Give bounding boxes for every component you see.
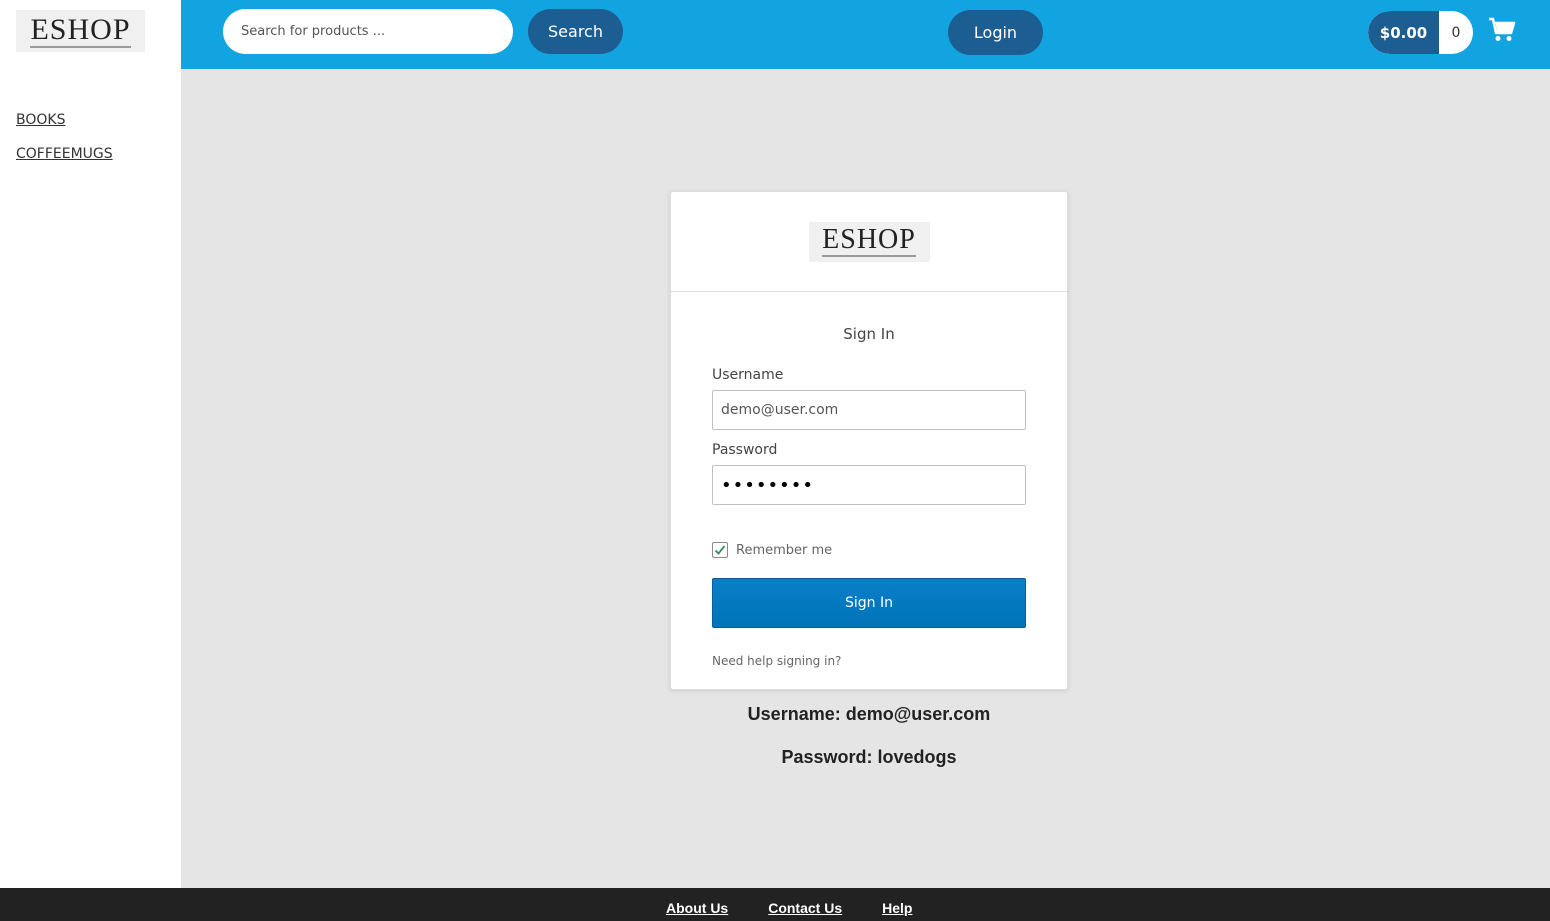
login-card: ESHOP Sign In Username Password Remember… <box>670 191 1068 690</box>
footer-link-about[interactable]: About Us <box>666 900 728 916</box>
username-label: Username <box>712 367 784 383</box>
remember-me-checkbox[interactable] <box>712 542 728 558</box>
shopping-cart-icon[interactable] <box>1488 17 1516 43</box>
demo-password-text: Password: lovedogs <box>781 747 957 767</box>
footer: About Us Contact Us Help <box>0 888 1550 921</box>
footer-link-help[interactable]: Help <box>882 900 912 916</box>
cart-count: 0 <box>1451 24 1461 41</box>
site-logo-text: ESHOP <box>30 12 131 48</box>
sidebar-item-books[interactable]: BOOKS <box>16 111 113 130</box>
password-field[interactable] <box>712 465 1026 505</box>
login-logo-text: ESHOP <box>822 224 916 257</box>
sidebar-nav: BOOKS COFFEEMUGS <box>16 111 113 179</box>
login-card-header: ESHOP <box>671 192 1067 292</box>
remember-me-label: Remember me <box>736 542 833 558</box>
cart-total: $0.00 <box>1368 11 1439 54</box>
remember-me: Remember me <box>712 542 832 558</box>
top-header: Search Login $0.00 0 <box>181 0 1550 69</box>
username-field[interactable] <box>712 390 1026 430</box>
footer-link-contact[interactable]: Contact Us <box>768 900 842 916</box>
footer-links: About Us Contact Us Help <box>666 900 952 916</box>
help-signing-in-link[interactable]: Need help signing in? <box>712 654 841 668</box>
search-input[interactable] <box>223 9 513 54</box>
sign-in-button[interactable]: Sign In <box>712 578 1026 628</box>
search-button[interactable]: Search <box>528 9 623 54</box>
sidebar: ESHOP BOOKS COFFEEMUGS <box>0 0 181 888</box>
site-logo[interactable]: ESHOP <box>16 10 145 52</box>
checkmark-icon <box>714 545 726 555</box>
demo-username-text: Username: demo@user.com <box>747 704 991 724</box>
login-button[interactable]: Login <box>948 10 1043 55</box>
password-label: Password <box>712 442 778 458</box>
cart-summary[interactable]: $0.00 0 <box>1368 11 1473 54</box>
login-title: Sign In <box>843 325 895 343</box>
login-logo: ESHOP <box>808 221 930 262</box>
sidebar-item-coffeemugs[interactable]: COFFEEMUGS <box>16 145 113 164</box>
